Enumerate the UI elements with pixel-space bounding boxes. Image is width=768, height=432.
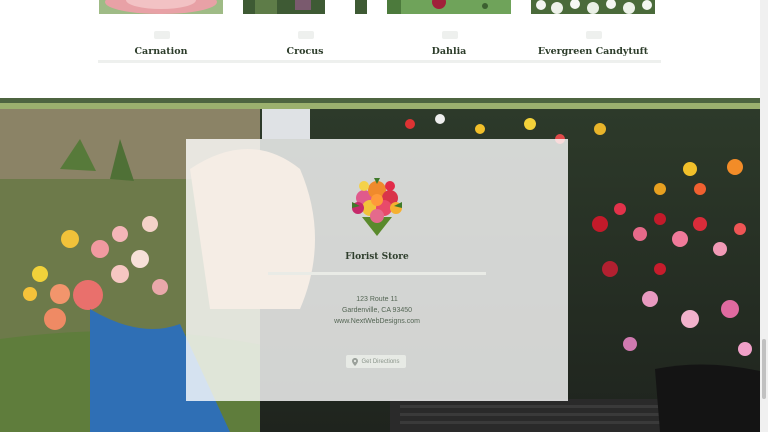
product-tag bbox=[298, 31, 314, 39]
product-card[interactable]: Carnation bbox=[99, 0, 223, 60]
get-directions-label: Get Directions bbox=[361, 358, 400, 365]
product-card[interactable]: Dahlia bbox=[387, 0, 511, 60]
dahlia-image bbox=[387, 0, 511, 14]
bouquet-logo bbox=[352, 178, 402, 236]
crocus-image bbox=[243, 0, 367, 14]
address-line-1: 123 Route 11 bbox=[356, 296, 398, 303]
product-name[interactable]: Crocus bbox=[243, 46, 367, 57]
evergreen-candytuft-image bbox=[531, 0, 655, 14]
scrollbar-thumb[interactable] bbox=[762, 339, 766, 399]
product-thumbnail[interactable] bbox=[99, 0, 223, 14]
product-thumbnail[interactable] bbox=[531, 0, 655, 14]
product-thumbnail[interactable] bbox=[243, 0, 367, 14]
address-line-2: Gardenville, CA 93450 bbox=[341, 307, 413, 314]
product-card[interactable]: Crocus bbox=[243, 0, 367, 60]
product-tag bbox=[442, 31, 458, 39]
product-thumbnail[interactable] bbox=[387, 0, 511, 14]
carnation-image bbox=[99, 0, 223, 14]
product-name[interactable]: Dahlia bbox=[387, 46, 511, 57]
product-card[interactable]: Evergreen Candytuft bbox=[531, 0, 655, 60]
get-directions-button[interactable]: Get Directions bbox=[346, 355, 406, 368]
vertical-scrollbar[interactable] bbox=[760, 0, 768, 432]
product-tag bbox=[154, 31, 170, 39]
strip-divider bbox=[98, 60, 661, 63]
store-title: Florist Store bbox=[345, 252, 409, 262]
product-tag bbox=[586, 31, 602, 39]
title-divider bbox=[268, 272, 486, 275]
map-pin-icon bbox=[352, 357, 359, 366]
website-link[interactable]: www.NextWebDesigns.com bbox=[186, 318, 568, 325]
product-name[interactable]: Carnation bbox=[99, 46, 223, 57]
product-strip: Carnation Crocus Dahlia Evergreen Candyt… bbox=[0, 0, 768, 98]
product-name[interactable]: Evergreen Candytuft bbox=[531, 46, 655, 57]
